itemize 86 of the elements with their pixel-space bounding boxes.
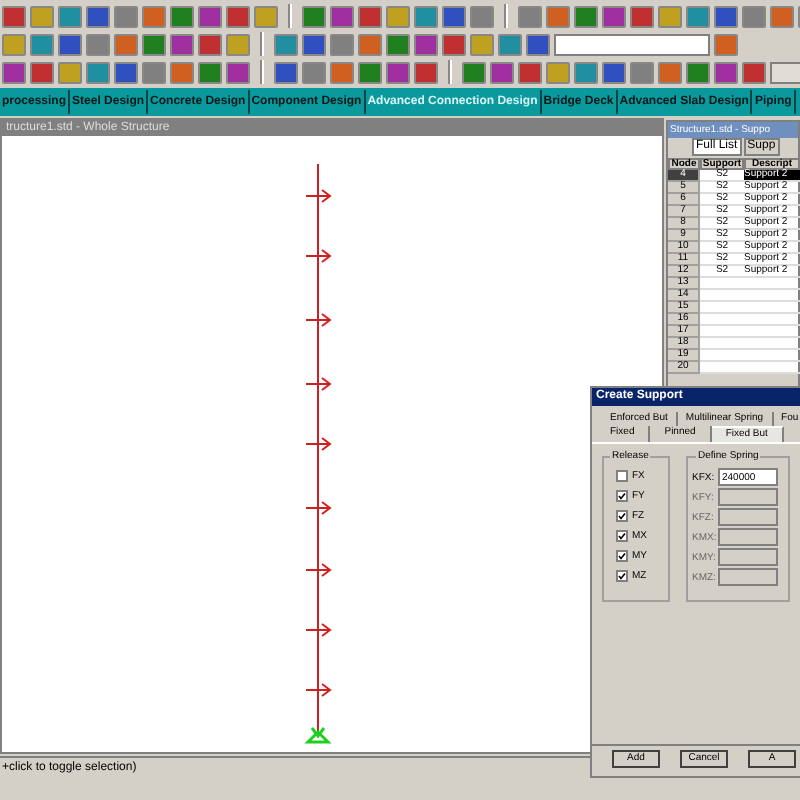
toolbar-icon[interactable] (330, 5, 354, 27)
toolbar-icon[interactable] (170, 33, 194, 55)
toolbar-icon[interactable] (546, 5, 570, 27)
checkbox[interactable] (616, 510, 628, 522)
toolbar-icon[interactable] (142, 33, 166, 55)
toolbar-icon[interactable] (58, 33, 82, 55)
toolbar-icon[interactable] (86, 33, 110, 55)
toolbar-icon[interactable] (302, 33, 326, 55)
toolbar-icon[interactable] (170, 5, 194, 27)
toolbar-icon[interactable] (574, 5, 598, 27)
toolbar-icon[interactable] (386, 33, 410, 55)
checkbox[interactable] (616, 550, 628, 562)
toolbar-icon[interactable] (462, 61, 486, 83)
checkbox[interactable] (616, 530, 628, 542)
toolbar-icon[interactable] (490, 61, 514, 83)
toolbar-icon[interactable] (30, 61, 54, 83)
toolbar-icon[interactable] (658, 61, 682, 83)
toolbar-icon[interactable] (414, 5, 438, 27)
toolbar-icon[interactable] (742, 5, 766, 27)
toolbar-icon[interactable] (414, 61, 438, 83)
toolbar-icon[interactable] (414, 33, 438, 55)
toolbar-icon[interactable] (114, 61, 138, 83)
toolbar-icon[interactable] (2, 61, 26, 83)
toolbar-icon[interactable] (114, 5, 138, 27)
toolbar-icon[interactable] (30, 33, 54, 55)
toolbar-icon[interactable] (198, 5, 222, 27)
check-icon (618, 512, 626, 520)
toolbar-icon[interactable] (518, 5, 542, 27)
toolbar-icon[interactable] (226, 61, 250, 83)
toolbar-icon[interactable] (58, 5, 82, 27)
toolbar-icon[interactable] (226, 33, 250, 55)
toolbar-icon[interactable] (630, 61, 654, 83)
toolbar-icon[interactable] (58, 61, 82, 83)
toolbar-icon[interactable] (274, 61, 298, 83)
toolbar-icon[interactable] (274, 33, 298, 55)
toolbar-icon[interactable] (142, 5, 166, 27)
checkbox[interactable] (616, 570, 628, 582)
toolbar-icon[interactable] (30, 5, 54, 27)
toolbar-icon[interactable] (630, 5, 654, 27)
toolbar-icon[interactable] (714, 61, 738, 83)
toolbar-icon[interactable] (302, 61, 326, 83)
toolbar-icon[interactable] (114, 33, 138, 55)
toolbar-icon[interactable] (330, 61, 354, 83)
toolbar-icon[interactable] (386, 61, 410, 83)
toolbar-icon[interactable] (358, 33, 382, 55)
toolbar-icon[interactable] (226, 5, 250, 27)
toolbar-icon[interactable] (658, 5, 682, 27)
toolbar-icon[interactable] (142, 61, 166, 83)
check-icon (618, 532, 626, 540)
toolbar-icon[interactable] (442, 5, 466, 27)
toolbar-icon[interactable] (470, 33, 494, 55)
toolbar-icon[interactable] (2, 5, 26, 27)
toolbar-icon[interactable] (198, 33, 222, 55)
check-icon (618, 552, 626, 560)
toolbar-icon[interactable] (358, 5, 382, 27)
toolbar-icon[interactable] (330, 33, 354, 55)
toolbar-icon[interactable] (546, 61, 570, 83)
toolbar-icon[interactable] (470, 5, 494, 27)
toolbar-icon[interactable] (498, 33, 522, 55)
toolbar-icon[interactable] (170, 61, 194, 83)
toolbar-icon[interactable] (254, 5, 278, 27)
toolbar-icon[interactable] (2, 33, 26, 55)
toolbar-icon[interactable] (574, 61, 598, 83)
toolbar-icon[interactable] (358, 61, 382, 83)
fixed-support-icon (306, 726, 332, 744)
toolbar-icon[interactable] (714, 33, 738, 55)
check-icon (618, 572, 626, 580)
toolbar-icon[interactable] (526, 33, 550, 55)
toolbar-icon[interactable] (386, 5, 410, 27)
toolbar-icon[interactable] (686, 5, 710, 27)
toolbar-icon[interactable] (518, 61, 542, 83)
toolbar-icon[interactable] (770, 5, 794, 27)
checkbox[interactable] (616, 470, 628, 482)
toolbar-icon[interactable] (198, 61, 222, 83)
toolbar-icon[interactable] (686, 61, 710, 83)
check-icon (618, 492, 626, 500)
toolbar-icon[interactable] (742, 61, 766, 83)
checkbox[interactable] (616, 490, 628, 502)
toolbar-icon[interactable] (714, 5, 738, 27)
toolbar-icon[interactable] (86, 61, 110, 83)
toolbar-icon[interactable] (602, 5, 626, 27)
toolbar-icon[interactable] (302, 5, 326, 27)
toolbar-icon[interactable] (602, 61, 626, 83)
toolbar-icon[interactable] (442, 33, 466, 55)
view-dropdown[interactable] (554, 33, 710, 55)
toolbar-icon[interactable] (86, 5, 110, 27)
